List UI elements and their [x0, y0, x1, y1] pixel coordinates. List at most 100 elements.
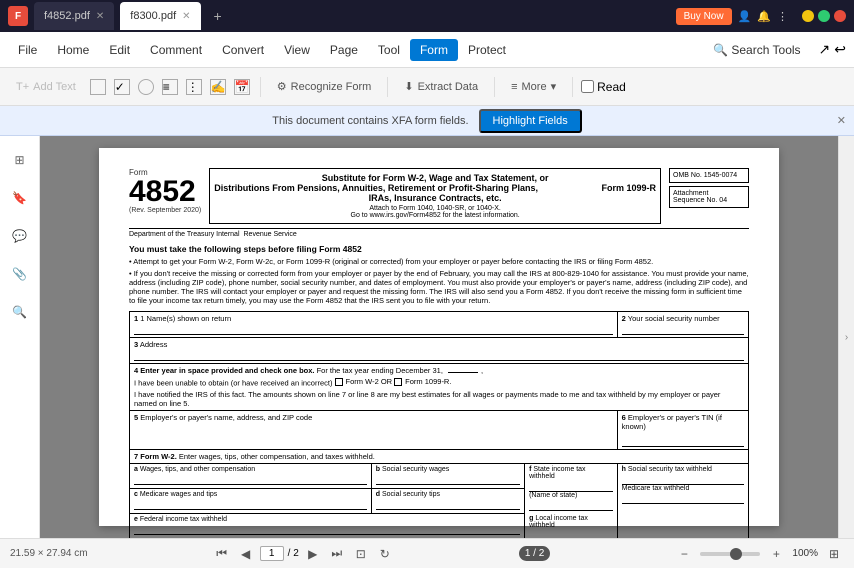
zoom-slider[interactable] [700, 552, 760, 556]
menu-view[interactable]: View [274, 39, 320, 61]
menu-form[interactable]: Form [410, 39, 458, 61]
page-indicator-badge: 1 / 2 [519, 546, 550, 561]
sidebar-bookmark-icon[interactable]: 🔖 [4, 182, 36, 214]
field7g-label: Local income tax withheld [529, 515, 588, 529]
menu-protect[interactable]: Protect [458, 39, 516, 61]
field1-label: 1 Name(s) shown on return [140, 314, 231, 323]
search-tools-button[interactable]: 🔍 Search Tools [703, 39, 810, 61]
radio-icon [138, 79, 154, 95]
nav-last-button[interactable]: ⏭ [327, 544, 347, 564]
page-number-input[interactable] [260, 546, 284, 561]
share-icon[interactable]: ↗ [819, 41, 831, 58]
tab-f4852-label: f4852.pdf [44, 10, 90, 22]
page-navigation: ⏮ ◀ / 2 ▶ ⏭ ⊡ ↻ [212, 544, 395, 564]
read-toggle[interactable]: Read [581, 80, 626, 94]
tab-f8300[interactable]: f8300.pdf ✕ [120, 2, 200, 30]
tab-f4852-close[interactable]: ✕ [96, 11, 104, 22]
instructions-block: You must take the following steps before… [129, 244, 749, 305]
menu-tool[interactable]: Tool [368, 39, 410, 61]
toolbar-separator-2 [387, 77, 388, 97]
field3-input[interactable] [134, 349, 744, 361]
new-tab-button[interactable]: + [207, 5, 229, 27]
menu-bar: File Home Edit Comment Convert View Page… [0, 32, 854, 68]
field7h-input[interactable] [622, 473, 744, 485]
omb-block: OMB No. 1545-0074 [669, 168, 749, 183]
field7h-label: Social security tax withheld [628, 466, 712, 473]
sidebar-pages-icon[interactable]: ⊞ [4, 144, 36, 176]
more-icon[interactable]: ⋮ [777, 10, 788, 23]
field7f-input[interactable] [529, 480, 613, 492]
minimize-button[interactable] [802, 10, 814, 22]
field3-num: 3 [134, 340, 138, 349]
more-button[interactable]: ≡ More ▾ [503, 77, 564, 96]
nav-prev-button[interactable]: ◀ [236, 544, 256, 564]
toolbar: T+ Add Text ✓ ≡ ⋮ ✍ 📅 ⚙ Recognize Form ⬇… [0, 68, 854, 106]
bottom-bar: 21.59 × 27.94 cm ⏮ ◀ / 2 ▶ ⏭ ⊡ ↻ 1 / 2 −… [0, 538, 854, 568]
field7e-input[interactable] [134, 523, 520, 535]
nav-next-button[interactable]: ▶ [303, 544, 323, 564]
field1-input[interactable] [134, 323, 613, 335]
field7d-input[interactable] [376, 498, 520, 510]
right-sidebar-toggle[interactable]: › [838, 136, 854, 538]
buy-now-button[interactable]: Buy Now [676, 8, 732, 25]
field7b-input[interactable] [376, 473, 520, 485]
read-checkbox[interactable] [581, 80, 594, 93]
sequence-label: Sequence No. 04 [673, 197, 745, 204]
recognize-form-button[interactable]: ⚙ Recognize Form [269, 77, 380, 96]
nav-rotate-button[interactable]: ↻ [375, 544, 395, 564]
recognize-icon: ⚙ [277, 80, 287, 93]
check-w2-box[interactable] [335, 378, 343, 386]
tab-f4852[interactable]: f4852.pdf ✕ [34, 2, 114, 30]
menu-page[interactable]: Page [320, 39, 368, 61]
title-bar-left: F f4852.pdf ✕ f8300.pdf ✕ + [8, 2, 672, 30]
menu-comment[interactable]: Comment [140, 39, 212, 61]
user-icon[interactable]: 👤 [738, 10, 752, 23]
menu-edit[interactable]: Edit [99, 39, 140, 61]
attachment-label: Attachment [673, 190, 745, 197]
form-number: 4852 [129, 177, 201, 207]
bell-icon[interactable]: 🔔 [757, 10, 771, 23]
sidebar-comment-icon[interactable]: 💬 [4, 220, 36, 252]
tab-f8300-label: f8300.pdf [130, 10, 176, 22]
nav-first-button[interactable]: ⏮ [212, 544, 232, 564]
zoom-in-button[interactable]: + [766, 544, 786, 564]
sidebar-attachment-icon[interactable]: 📎 [4, 258, 36, 290]
field7b-label: b Social security wages [376, 466, 520, 485]
menu-home[interactable]: Home [47, 39, 99, 61]
add-text-button[interactable]: T+ Add Text [8, 78, 84, 96]
sidebar-search-icon[interactable]: 🔍 [4, 296, 36, 328]
zoom-thumb[interactable] [730, 548, 742, 560]
field2-input[interactable] [622, 323, 744, 335]
xfa-close-button[interactable]: ✕ [837, 114, 846, 127]
menu-file[interactable]: File [8, 39, 47, 61]
field7f-state-input[interactable] [529, 499, 613, 511]
zoom-level-display: 100% [792, 548, 818, 559]
list-icon: ⋮ [186, 79, 202, 95]
back-icon[interactable]: ↩ [834, 41, 846, 58]
field7h-medicare-input[interactable] [622, 492, 744, 504]
tab-f8300-close[interactable]: ✕ [182, 11, 190, 22]
fit-page-button[interactable]: ⊞ [824, 544, 844, 564]
zoom-out-button[interactable]: − [674, 544, 694, 564]
field7a-input[interactable] [134, 473, 367, 485]
must-take-heading: You must take the following steps before… [129, 244, 749, 254]
attachment-block: Attachment Sequence No. 04 [669, 186, 749, 208]
maximize-button[interactable] [818, 10, 830, 22]
close-button[interactable] [834, 10, 846, 22]
field7g-input[interactable] [529, 529, 613, 539]
field7h-sub: Medicare tax withheld [622, 485, 744, 492]
field7-text: Enter wages, tips, other compensation, a… [179, 452, 375, 461]
omb-label: OMB No. 1545-0074 [673, 172, 745, 179]
pdf-container[interactable]: Form 4852 (Rev. September 2020) Substitu… [40, 136, 838, 538]
check-1099-box[interactable] [394, 378, 402, 386]
nav-fit-button[interactable]: ⊡ [351, 544, 371, 564]
instruction-bullet2: • If you don't receive the missing or co… [129, 269, 749, 305]
highlight-fields-button[interactable]: Highlight Fields [479, 109, 582, 133]
field7c-input[interactable] [134, 498, 367, 510]
select-icon [90, 79, 106, 95]
more-icon-toolbar: ≡ [511, 81, 517, 93]
form-title-line2: Distributions From Pensions, Annuities, … [214, 183, 538, 193]
field6-input[interactable] [622, 435, 744, 447]
extract-data-button[interactable]: ⬇ Extract Data [396, 77, 486, 96]
menu-convert[interactable]: Convert [212, 39, 274, 61]
